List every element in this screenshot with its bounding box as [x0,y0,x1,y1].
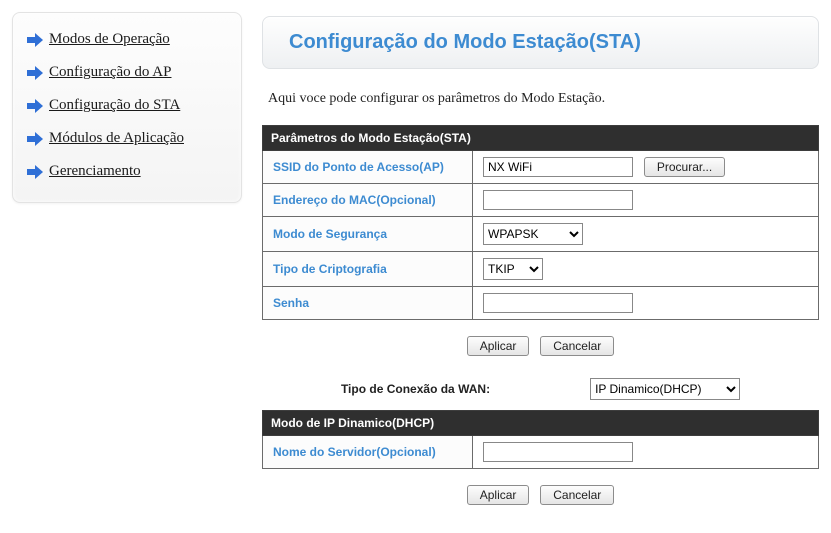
ssid-label: SSID do Ponto de Acesso(AP) [263,151,473,184]
sidebar-item-modulos-aplicacao[interactable]: Módulos de Aplicação [25,122,229,155]
wan-type-select[interactable]: IP Dinamico(DHCP) [590,378,740,400]
sidebar-item-label: Configuração do STA [49,97,180,114]
dhcp-header: Modo de IP Dinamico(DHCP) [263,411,819,436]
arrow-right-icon [27,66,43,80]
crypto-type-label: Tipo de Criptografia [263,252,473,287]
crypto-type-cell: TKIP [473,252,819,287]
cancel-button[interactable]: Cancelar [540,336,614,356]
password-input[interactable] [483,293,633,313]
password-label: Senha [263,287,473,320]
sidebar-item-modos-de-operacao[interactable]: Modos de Operação [25,23,229,56]
page-title: Configuração do Modo Estação(STA) [289,31,792,54]
page-title-bar: Configuração do Modo Estação(STA) [262,16,819,69]
password-cell [473,287,819,320]
security-mode-cell: WPAPSK [473,217,819,252]
mac-cell [473,184,819,217]
ssid-cell: Procurar... [473,151,819,184]
wan-type-row: Tipo de Conexão da WAN: IP Dinamico(DHCP… [262,372,819,410]
server-name-input[interactable] [483,442,633,462]
arrow-right-icon [27,33,43,47]
sta-params-header: Parâmetros do Modo Estação(STA) [263,126,819,151]
crypto-type-select[interactable]: TKIP [483,258,543,280]
arrow-right-icon [27,165,43,179]
apply-button-2[interactable]: Aplicar [467,485,530,505]
sidebar-item-gerenciamento[interactable]: Gerenciamento [25,155,229,188]
mac-input[interactable] [483,190,633,210]
dhcp-table: Modo de IP Dinamico(DHCP) Nome do Servid… [262,410,819,469]
security-mode-label: Modo de Segurança [263,217,473,252]
main-content: Configuração do Modo Estação(STA) Aqui v… [262,12,819,521]
sidebar-item-configuracao-sta[interactable]: Configuração do STA [25,89,229,122]
button-row-2: Aplicar Cancelar [262,483,819,521]
sidebar-item-label: Configuração do AP [49,64,171,81]
apply-button[interactable]: Aplicar [467,336,530,356]
arrow-right-icon [27,99,43,113]
sidebar-item-label: Módulos de Aplicação [49,130,184,147]
sidebar-item-label: Modos de Operação [49,31,170,48]
cancel-button-2[interactable]: Cancelar [540,485,614,505]
ssid-input[interactable] [483,157,633,177]
page-intro-text: Aqui voce pode configurar os parâmetros … [262,91,819,125]
wan-type-label: Tipo de Conexão da WAN: [341,382,490,396]
mac-label: Endereço do MAC(Opcional) [263,184,473,217]
arrow-right-icon [27,132,43,146]
server-name-cell [473,436,819,469]
server-name-label: Nome do Servidor(Opcional) [263,436,473,469]
sidebar-item-configuracao-ap[interactable]: Configuração do AP [25,56,229,89]
sta-params-table: Parâmetros do Modo Estação(STA) SSID do … [262,125,819,320]
sidebar: Modos de Operação Configuração do AP Con… [12,12,242,203]
button-row-1: Aplicar Cancelar [262,334,819,372]
browse-button[interactable]: Procurar... [644,157,725,177]
security-mode-select[interactable]: WPAPSK [483,223,583,245]
sidebar-item-label: Gerenciamento [49,163,141,180]
